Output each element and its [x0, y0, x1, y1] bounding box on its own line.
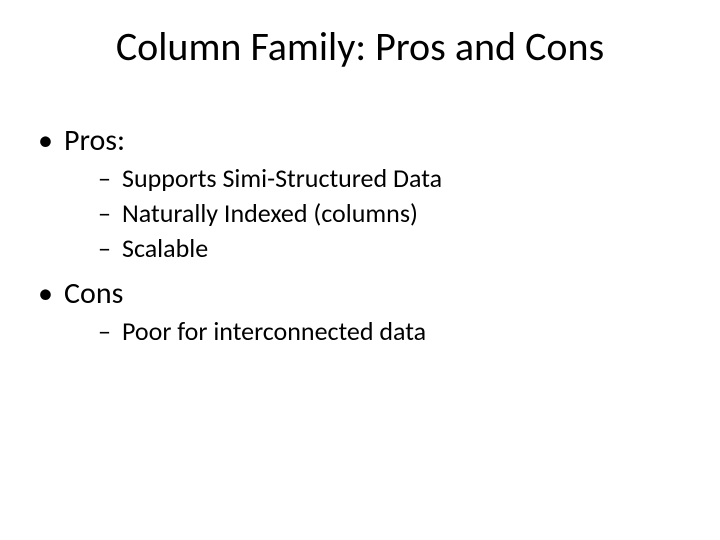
- list-item-label: Pros:: [64, 122, 125, 159]
- slide-title: Column Family: Pros and Cons: [0, 22, 720, 71]
- list-item: Poor for interconnected data: [98, 315, 678, 348]
- list-item-label: Cons: [64, 275, 123, 312]
- list-item-label: Scalable: [122, 232, 208, 264]
- list-item: Scalable: [98, 232, 678, 265]
- list-item-label: Poor for interconnected data: [122, 315, 426, 347]
- list-item: Cons Poor for interconnected data: [38, 275, 678, 348]
- slide: Column Family: Pros and Cons Pros: Suppo…: [0, 0, 720, 540]
- list-item: Naturally Indexed (columns): [98, 197, 678, 230]
- list-item-label: Supports Simi-Structured Data: [122, 162, 442, 194]
- sub-list: Supports Simi-Structured Data Naturally …: [64, 162, 678, 266]
- list-item: Supports Simi-Structured Data: [98, 162, 678, 195]
- sub-list: Poor for interconnected data: [64, 315, 678, 348]
- list-item: Pros: Supports Simi-Structured Data Natu…: [38, 122, 678, 265]
- list-item-label: Naturally Indexed (columns): [122, 197, 418, 229]
- slide-body: Pros: Supports Simi-Structured Data Natu…: [38, 122, 678, 358]
- bullet-list: Pros: Supports Simi-Structured Data Natu…: [38, 122, 678, 348]
